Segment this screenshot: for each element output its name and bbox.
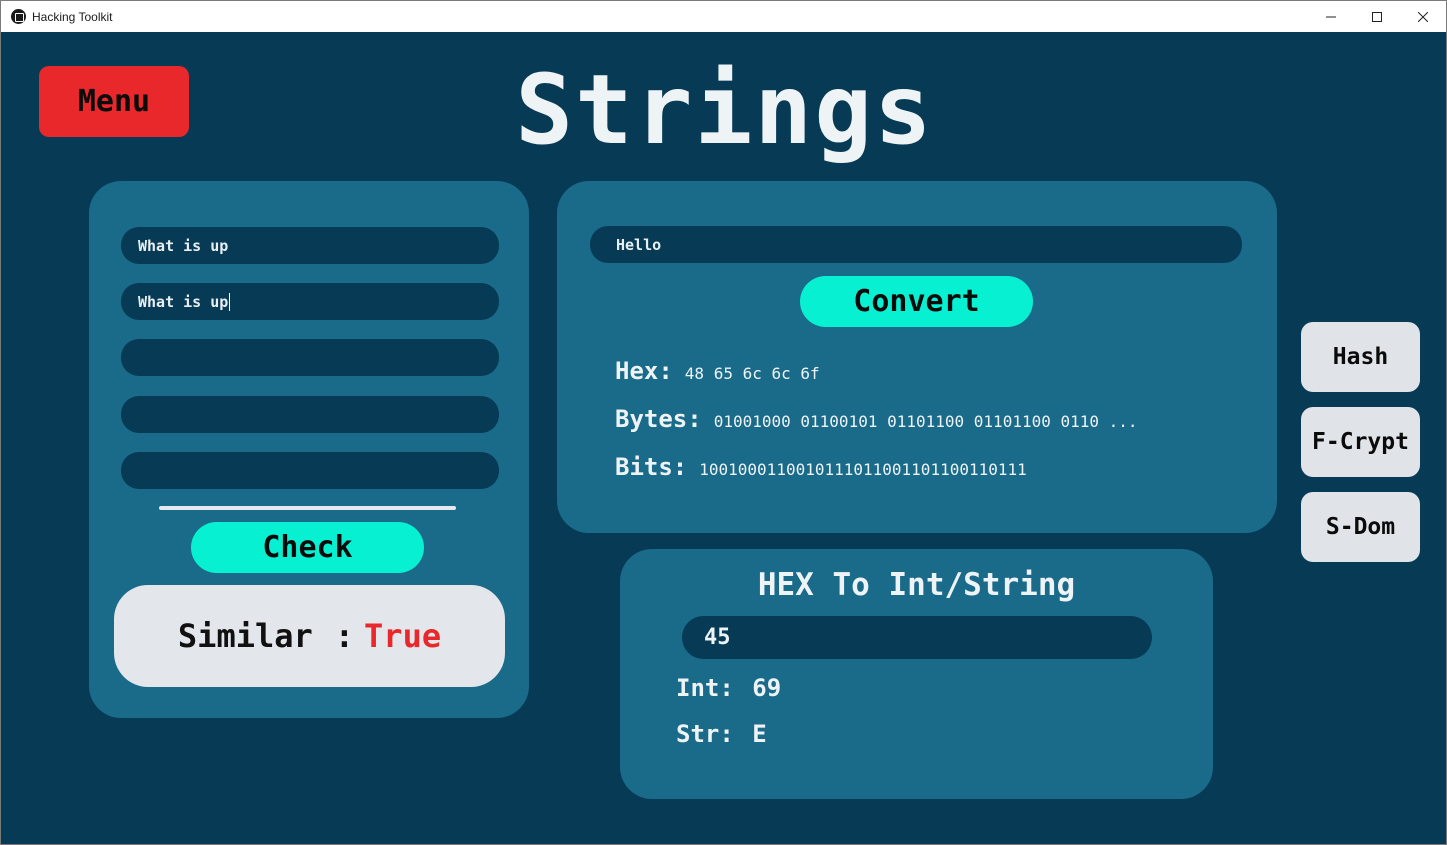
bits-result: Bits: 1001000110010111011001101100110111 bbox=[615, 453, 1027, 481]
close-icon bbox=[1418, 11, 1428, 22]
app-window: Hacking Toolkit Menu Strings What is up … bbox=[0, 0, 1447, 845]
compare-input-1[interactable]: What is up bbox=[121, 227, 499, 264]
similar-separator: : bbox=[334, 617, 355, 655]
compare-input-5[interactable] bbox=[121, 452, 499, 489]
bits-value: 1001000110010111011001101100110111 bbox=[699, 460, 1027, 479]
window-title: Hacking Toolkit bbox=[32, 9, 113, 24]
str-label: Str: bbox=[676, 720, 734, 748]
f-crypt-button[interactable]: F-Crypt bbox=[1301, 407, 1420, 477]
hex-input[interactable]: 45 bbox=[682, 616, 1152, 659]
compare-input-2-value: What is up bbox=[138, 292, 229, 311]
str-result: Str: E bbox=[676, 720, 767, 748]
int-result: Int: 69 bbox=[676, 674, 781, 702]
hex-result: Hex: 48 65 6c 6c 6f bbox=[615, 357, 820, 385]
convert-button[interactable]: Convert bbox=[800, 276, 1033, 327]
s-dom-button[interactable]: S-Dom bbox=[1301, 492, 1420, 562]
compare-input-3[interactable] bbox=[121, 339, 499, 376]
bits-label: Bits: bbox=[615, 453, 688, 481]
page-title: Strings bbox=[515, 54, 934, 166]
minimize-button[interactable] bbox=[1308, 1, 1354, 32]
bytes-label: Bytes: bbox=[615, 405, 702, 433]
hex-input-value: 45 bbox=[704, 625, 731, 650]
hex-convert-panel: HEX To Int/String 45 Int: 69 Str: E bbox=[620, 549, 1213, 799]
close-button[interactable] bbox=[1400, 1, 1446, 32]
title-bar: Hacking Toolkit bbox=[1, 1, 1446, 32]
maximize-button[interactable] bbox=[1354, 1, 1400, 32]
maximize-icon bbox=[1372, 11, 1382, 22]
check-button[interactable]: Check bbox=[191, 522, 424, 573]
hex-panel-title: HEX To Int/String bbox=[757, 567, 1076, 603]
int-label: Int: bbox=[676, 674, 734, 702]
bytes-result: Bytes: 01001000 01100101 01101100 011011… bbox=[615, 405, 1138, 433]
hash-button[interactable]: Hash bbox=[1301, 322, 1420, 392]
similar-result: Similar : True bbox=[114, 585, 505, 687]
convert-input[interactable]: Hello bbox=[590, 226, 1242, 263]
convert-panel: Hello Convert Hex: 48 65 6c 6c 6f Bytes:… bbox=[557, 181, 1277, 533]
str-value: E bbox=[752, 720, 767, 748]
bytes-value: 01001000 01100101 01101100 01101100 0110… bbox=[713, 412, 1138, 431]
compare-panel: What is up What is up Check Similar : Tr… bbox=[89, 181, 529, 718]
hex-value: 48 65 6c 6c 6f bbox=[684, 364, 820, 383]
compare-input-4[interactable] bbox=[121, 396, 499, 433]
compare-input-1-value: What is up bbox=[138, 236, 229, 255]
compare-input-2[interactable]: What is up bbox=[121, 283, 499, 320]
similar-label: Similar bbox=[177, 617, 313, 655]
similar-value: True bbox=[364, 617, 442, 655]
int-value: 69 bbox=[752, 674, 782, 702]
text-cursor bbox=[229, 292, 231, 311]
app-icon bbox=[11, 9, 26, 24]
window-controls bbox=[1308, 1, 1446, 32]
main-content: Menu Strings What is up What is up Check bbox=[1, 32, 1446, 844]
compare-divider bbox=[159, 506, 456, 510]
hex-label: Hex: bbox=[615, 357, 673, 385]
convert-input-value: Hello bbox=[616, 235, 662, 254]
minimize-icon bbox=[1326, 16, 1336, 17]
